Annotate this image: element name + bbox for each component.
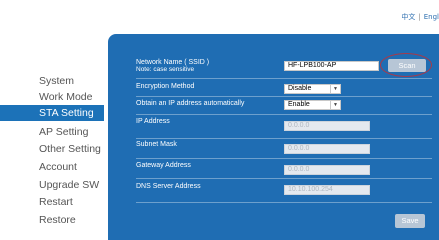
language-switcher: 中文 | Engl (401, 12, 439, 22)
divider (136, 138, 432, 139)
chevron-down-icon: ▼ (330, 101, 340, 109)
dhcp-select-value: Enable (288, 101, 310, 108)
dhcp-select[interactable]: Enable ▼ (284, 100, 341, 110)
divider (136, 202, 432, 203)
ssid-label-text: Network Name ( SSID ) (136, 59, 210, 66)
subnet-mask-input[interactable]: 0.0.0.0 (284, 144, 370, 154)
dhcp-label: Obtain an IP address automatically (136, 100, 245, 107)
language-chinese-link[interactable]: 中文 (401, 13, 415, 21)
subnet-mask-label: Subnet Mask (136, 141, 177, 148)
ssid-note: Note: case sensitive (136, 66, 195, 73)
ssid-label: Network Name ( SSID ) Note: case sensiti… (136, 59, 209, 73)
gateway-label: Gateway Address (136, 162, 191, 169)
sidebar-item-other-setting[interactable]: Other Setting (0, 141, 104, 157)
sidebar-item-ap-setting[interactable]: AP Setting (0, 124, 104, 140)
sidebar-item-work-mode[interactable]: Work Mode (0, 89, 104, 105)
dns-label: DNS Server Address (136, 183, 201, 190)
divider (136, 178, 432, 179)
save-button[interactable]: Save (395, 214, 425, 228)
ip-address-label: IP Address (136, 118, 170, 125)
ip-address-input[interactable]: 0.0.0.0 (284, 121, 370, 131)
encryption-select[interactable]: Disable ▼ (284, 84, 341, 94)
ssid-input[interactable]: HF-LPB100-AP (284, 61, 379, 71)
scan-highlight-circle (380, 53, 432, 77)
language-separator: | (418, 13, 421, 21)
sidebar-item-restore[interactable]: Restore (0, 212, 104, 228)
sidebar-item-restart[interactable]: Restart (0, 194, 104, 210)
divider (136, 78, 432, 79)
chevron-down-icon: ▼ (330, 85, 340, 93)
sta-settings-panel: Network Name ( SSID ) Note: case sensiti… (108, 34, 439, 240)
divider (136, 158, 432, 159)
divider (136, 96, 432, 97)
sidebar-item-sta-setting[interactable]: STA Setting (0, 105, 104, 121)
sidebar-item-system[interactable]: System (0, 73, 104, 89)
encryption-label: Encryption Method (136, 83, 195, 90)
sidebar-item-account[interactable]: Account (0, 159, 104, 175)
encryption-select-value: Disable (288, 85, 312, 92)
gateway-input[interactable]: 0.0.0.0 (284, 165, 370, 175)
language-english-link[interactable]: Engl (424, 13, 439, 21)
dns-input[interactable]: 10.10.100.254 (284, 185, 370, 195)
divider (136, 114, 432, 115)
sidebar-item-upgrade-sw[interactable]: Upgrade SW (0, 177, 104, 193)
